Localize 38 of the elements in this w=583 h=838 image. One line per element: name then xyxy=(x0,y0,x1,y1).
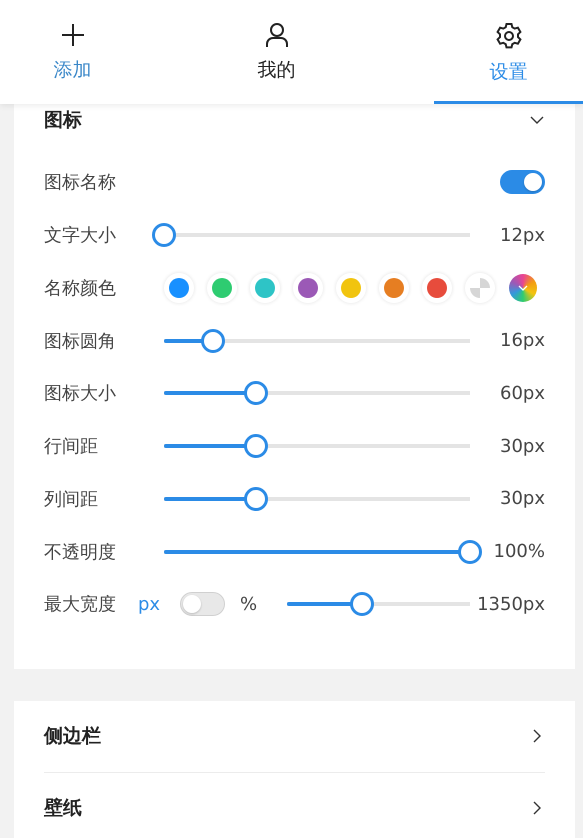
toggle-switch[interactable] xyxy=(500,170,545,194)
setting-value: 30px xyxy=(499,488,545,510)
setting-label: 行间距 xyxy=(44,435,98,458)
color-swatch[interactable] xyxy=(207,272,237,303)
setting-value: 12px xyxy=(499,224,545,246)
setting-label: 图标名称 xyxy=(44,171,116,194)
unit-label: % xyxy=(240,594,258,615)
color-swatch[interactable] xyxy=(250,272,280,303)
setting-value: 16px xyxy=(499,330,545,352)
color-swatch[interactable] xyxy=(422,272,452,303)
setting-label: 名称颜色 xyxy=(44,276,116,300)
section-title: 壁纸 xyxy=(44,796,82,822)
user-icon xyxy=(264,22,290,48)
section-title: 侧边栏 xyxy=(44,724,101,750)
settings-icon xyxy=(494,22,522,50)
setting-label: 列间距 xyxy=(44,488,98,511)
setting-label: 不透明度 xyxy=(44,540,116,564)
caret-icon xyxy=(518,284,528,291)
transparent-swatch[interactable] xyxy=(465,272,495,303)
color-swatch[interactable] xyxy=(379,272,409,303)
setting-label: 图标圆角 xyxy=(44,330,116,353)
plus-icon xyxy=(60,22,86,48)
setting-label: 最大宽度 xyxy=(44,593,116,616)
nav-tab[interactable]: 添加 xyxy=(0,0,145,104)
setting-label: 图标大小 xyxy=(44,382,116,406)
color-swatch[interactable] xyxy=(164,272,194,303)
nav-tab[interactable]: 我的 xyxy=(145,0,408,104)
color-swatch[interactable] xyxy=(336,272,366,303)
setting-value: 60px xyxy=(499,382,545,404)
setting-value: 30px xyxy=(499,436,545,457)
unit-label: px xyxy=(138,594,162,615)
setting-label: 文字大小 xyxy=(44,224,116,248)
setting-value: 1350px xyxy=(476,594,545,615)
custom-color-button[interactable] xyxy=(508,272,538,303)
section-title: 图标 xyxy=(44,108,82,133)
setting-value: 100% xyxy=(492,541,545,562)
color-swatch[interactable] xyxy=(293,272,323,303)
toggle-switch[interactable] xyxy=(180,592,225,616)
